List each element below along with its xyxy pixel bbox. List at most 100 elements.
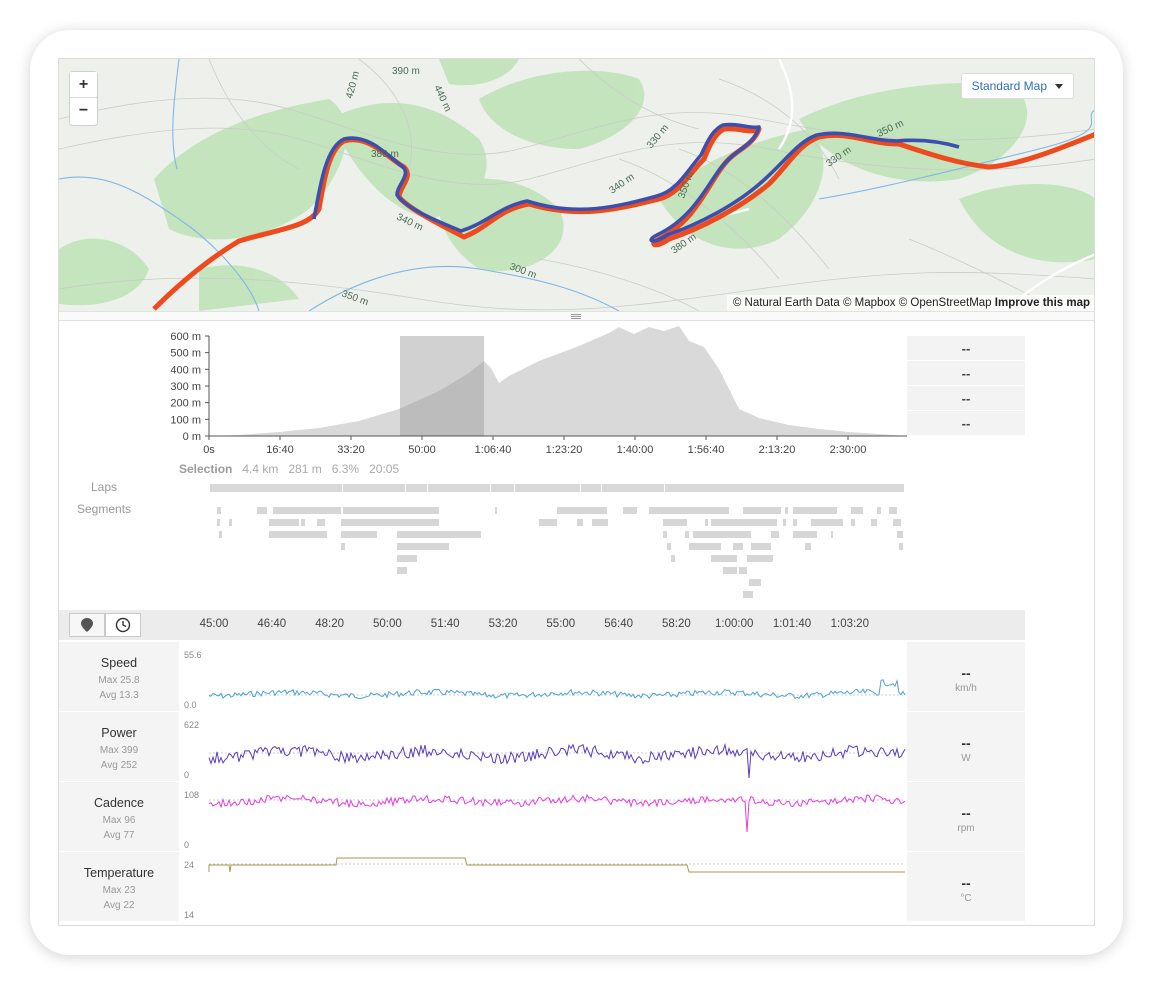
segment-bar[interactable]: [663, 519, 687, 526]
route-map[interactable]: 390 m 420 m 440 m 380 m 340 m 330 m 340 …: [59, 59, 1094, 311]
resize-handle[interactable]: [59, 311, 1094, 321]
segment-bar[interactable]: [723, 567, 737, 574]
selection-summary: Selection 4.4 km 281 m 6.3% 20:05: [179, 462, 399, 476]
segment-bar[interactable]: [733, 543, 743, 550]
map-canvas: 390 m 420 m 440 m 380 m 340 m 330 m 340 …: [59, 59, 1094, 311]
segment-bar[interactable]: [739, 567, 747, 574]
zoom-in-button[interactable]: +: [70, 72, 97, 98]
distance-toggle-button[interactable]: [69, 613, 105, 637]
lap-bar[interactable]: [428, 484, 490, 492]
segment-bar[interactable]: [317, 519, 325, 526]
segment-bar[interactable]: [269, 531, 297, 538]
map-attribution: © Natural Earth Data © Mapbox © OpenStre…: [726, 295, 1094, 311]
svg-text:340 m: 340 m: [607, 172, 636, 197]
segment-bar[interactable]: [341, 519, 429, 526]
segment-bar[interactable]: [301, 519, 305, 526]
segment-bar[interactable]: [831, 531, 833, 538]
activity-analysis-panel: 390 m 420 m 440 m 380 m 340 m 330 m 340 …: [58, 58, 1095, 926]
segment-bar[interactable]: [217, 507, 221, 514]
lap-bar[interactable]: [602, 484, 664, 492]
segment-bar[interactable]: [743, 591, 753, 598]
laps-segments-track[interactable]: [59, 479, 1095, 604]
selection-time: 20:05: [369, 462, 400, 476]
lap-bar[interactable]: [515, 484, 580, 492]
segment-bar[interactable]: [785, 507, 788, 514]
elevation-x-tick: 2:30:00: [830, 444, 867, 456]
attribution-text: © Natural Earth Data © Mapbox © OpenStre…: [732, 297, 992, 309]
segment-bar[interactable]: [671, 555, 675, 562]
segment-bar[interactable]: [783, 519, 786, 526]
segment-bar[interactable]: [899, 543, 903, 550]
segment-bar[interactable]: [577, 519, 583, 526]
segment-bar[interactable]: [705, 519, 708, 526]
segment-bar[interactable]: [217, 519, 220, 526]
segment-bar[interactable]: [689, 543, 721, 550]
lap-bar[interactable]: [581, 484, 601, 492]
segment-bar[interactable]: [257, 507, 267, 514]
segment-bar[interactable]: [397, 567, 407, 574]
segment-bar[interactable]: [751, 543, 771, 550]
map-type-dropdown[interactable]: Standard Map: [960, 73, 1074, 99]
segment-bar[interactable]: [297, 531, 327, 538]
lap-bar[interactable]: [343, 484, 405, 492]
segment-bar[interactable]: [397, 543, 449, 550]
segment-bar[interactable]: [495, 507, 497, 514]
segment-bar[interactable]: [811, 519, 843, 526]
stream-plot[interactable]: [179, 852, 907, 921]
stream-x-tick: 51:40: [430, 618, 460, 630]
lap-bar[interactable]: [406, 484, 427, 492]
segment-bar[interactable]: [877, 507, 881, 514]
segment-bar[interactable]: [427, 519, 439, 526]
segment-bar[interactable]: [219, 531, 222, 538]
stream-plot[interactable]: [179, 782, 907, 851]
segment-bar[interactable]: [747, 555, 773, 562]
segment-bar[interactable]: [893, 519, 901, 526]
lap-bar[interactable]: [210, 484, 342, 492]
segment-bar[interactable]: [771, 531, 779, 538]
selection-window[interactable]: [400, 336, 484, 436]
segment-bar[interactable]: [663, 531, 667, 538]
segment-bar[interactable]: [793, 519, 797, 526]
segment-bar[interactable]: [851, 507, 863, 514]
segment-bar[interactable]: [229, 519, 232, 526]
streams-toolbar: 45:00 46:40 48:20 50:00 51:40 53:20 55:00 56:40…: [59, 610, 1025, 640]
stream-plot[interactable]: [179, 712, 907, 781]
segment-bar[interactable]: [397, 531, 481, 538]
segment-bar[interactable]: [711, 519, 777, 526]
segment-bar[interactable]: [649, 507, 729, 514]
segment-bar[interactable]: [793, 531, 817, 538]
segment-bar[interactable]: [343, 507, 439, 514]
segment-bar[interactable]: [269, 519, 299, 526]
segment-bar[interactable]: [889, 507, 897, 514]
segment-bar[interactable]: [749, 579, 761, 586]
segment-bar[interactable]: [623, 507, 637, 514]
segment-bar[interactable]: [592, 519, 608, 526]
segment-bar[interactable]: [711, 555, 737, 562]
segment-bar[interactable]: [805, 543, 811, 550]
segment-bar[interactable]: [743, 507, 781, 514]
segment-bar[interactable]: [851, 519, 855, 526]
segment-bar[interactable]: [539, 519, 557, 526]
time-toggle-button[interactable]: [105, 613, 141, 637]
segment-bar[interactable]: [667, 543, 671, 550]
stream-value-box: -- rpm: [907, 782, 1025, 851]
segment-bar[interactable]: [341, 531, 377, 538]
improve-map-link[interactable]: Improve this map: [995, 297, 1090, 309]
segment-bar[interactable]: [871, 519, 877, 526]
stream-avg: Avg 13.3: [99, 690, 139, 701]
segment-bar[interactable]: [793, 507, 837, 514]
stream-max: Max 23: [102, 885, 136, 896]
stream-x-tick: 45:00: [199, 618, 229, 630]
zoom-out-button[interactable]: −: [70, 98, 97, 124]
segment-bar[interactable]: [397, 555, 417, 562]
segment-bar[interactable]: [557, 507, 607, 514]
lap-bar[interactable]: [491, 484, 514, 492]
stream-plot[interactable]: [179, 642, 907, 711]
lap-bar[interactable]: [665, 484, 904, 492]
segment-bar[interactable]: [341, 543, 345, 550]
segment-bar[interactable]: [693, 531, 751, 538]
segment-bar[interactable]: [273, 507, 341, 514]
elevation-x-tick: 1:56:40: [688, 444, 725, 456]
segment-bar[interactable]: [685, 531, 689, 538]
segment-bar[interactable]: [897, 531, 903, 538]
